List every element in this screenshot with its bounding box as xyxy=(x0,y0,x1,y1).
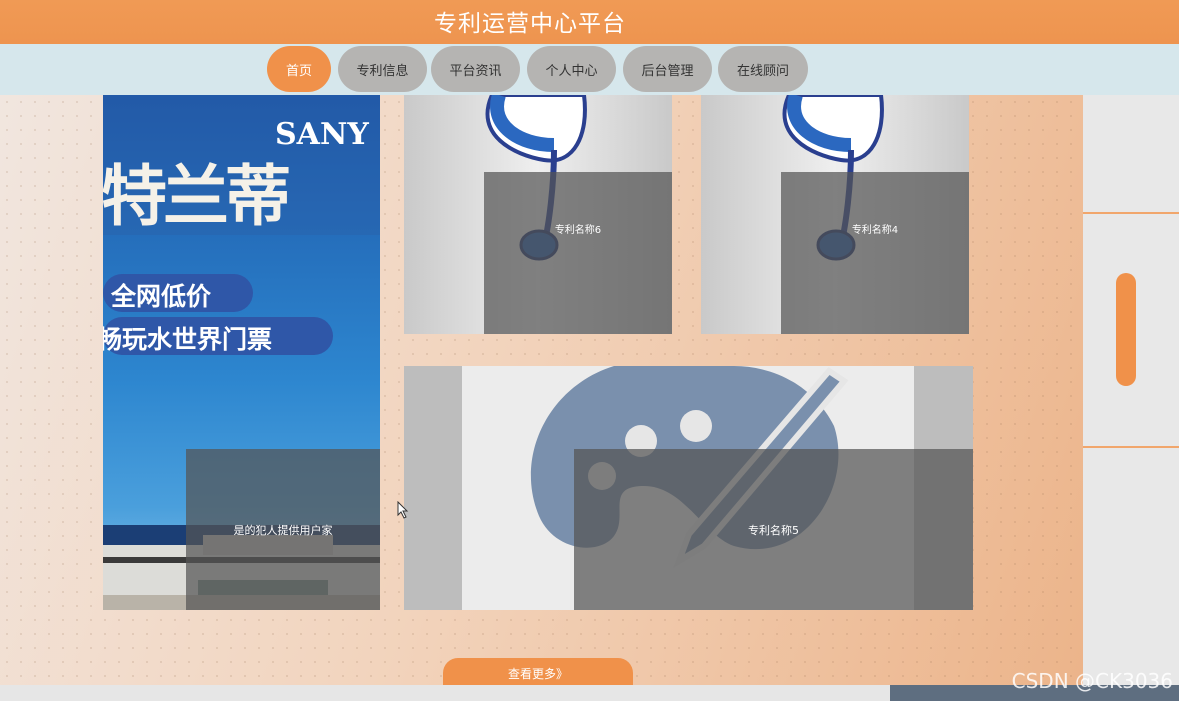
divider-line xyxy=(1083,212,1179,214)
nav-item-platform-news[interactable]: 平台资讯 xyxy=(431,46,520,92)
card-caption: 专利名称6 xyxy=(484,172,672,334)
card-banner[interactable]: SANY 特兰蒂 全网低价 畅玩水世界门票 是的犯人提供用户家 xyxy=(103,95,380,610)
card-caption: 专利名称5 xyxy=(574,449,973,610)
view-more-button[interactable]: 查看更多》 xyxy=(443,658,633,688)
nav-item-patent-info[interactable]: 专利信息 xyxy=(338,46,427,92)
nav-item-home[interactable]: 首页 xyxy=(267,46,331,92)
side-scroll-panel xyxy=(1083,95,1179,685)
banner-headline: 特兰蒂 xyxy=(103,158,291,235)
card-patent[interactable]: 专利名称4 xyxy=(701,95,969,334)
mouse-cursor-icon xyxy=(397,501,409,519)
banner-line2: 畅玩水世界门票 xyxy=(103,325,273,354)
main-nav: 首页 专利信息 平台资讯 个人中心 后台管理 在线顾问 xyxy=(0,44,1179,95)
header-bar: 专利运营中心平台 xyxy=(0,0,1179,44)
nav-item-admin[interactable]: 后台管理 xyxy=(623,46,712,92)
divider-line xyxy=(1083,446,1179,448)
scroll-handle[interactable] xyxy=(1116,273,1136,386)
nav-item-personal-center[interactable]: 个人中心 xyxy=(527,46,616,92)
card-patent[interactable]: 专利名称6 xyxy=(404,95,672,334)
card-patent-wide[interactable]: 专利名称5 xyxy=(404,366,973,610)
nav-item-online-consultant[interactable]: 在线顾问 xyxy=(718,46,808,92)
card-caption: 专利名称4 xyxy=(781,172,969,334)
banner-line1: 全网低价 xyxy=(111,282,212,311)
banner-brand: SANY xyxy=(275,117,369,152)
watermark: CSDN @CK3036 xyxy=(1011,669,1173,693)
card-caption: 是的犯人提供用户家 xyxy=(186,449,380,610)
site-title: 专利运营中心平台 xyxy=(434,11,626,37)
